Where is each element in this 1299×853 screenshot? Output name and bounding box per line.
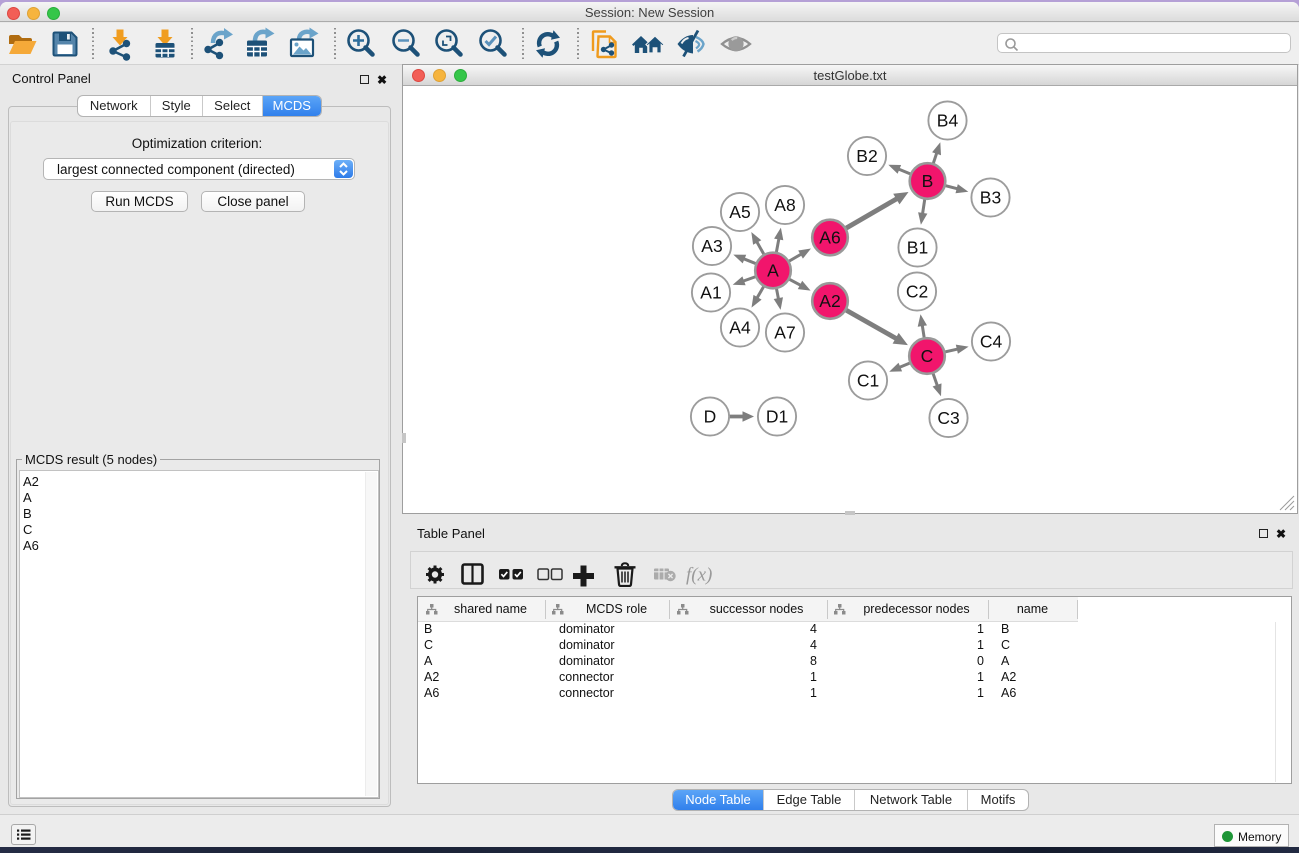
- svg-text:A7: A7: [774, 323, 795, 343]
- svg-text:f(x): f(x): [686, 565, 712, 586]
- svg-text:A8: A8: [774, 195, 795, 215]
- svg-text:C1: C1: [857, 371, 879, 391]
- svg-text:B: B: [922, 171, 934, 191]
- svg-text:D1: D1: [766, 407, 788, 427]
- svg-text:A3: A3: [701, 236, 722, 256]
- svg-text:B3: B3: [980, 188, 1001, 208]
- svg-text:A1: A1: [700, 283, 721, 303]
- svg-text:C: C: [921, 346, 934, 366]
- svg-text:C4: C4: [980, 332, 1003, 352]
- svg-text:A6: A6: [819, 228, 840, 248]
- svg-text:C3: C3: [937, 408, 959, 428]
- svg-text:B4: B4: [937, 111, 959, 131]
- svg-text:D: D: [704, 407, 717, 427]
- svg-text:A5: A5: [729, 202, 750, 222]
- svg-text:A: A: [767, 261, 779, 281]
- svg-text:A4: A4: [729, 318, 751, 338]
- svg-text:B2: B2: [856, 146, 877, 166]
- svg-text:B1: B1: [907, 238, 928, 258]
- svg-text:C2: C2: [906, 282, 928, 302]
- svg-text:A2: A2: [819, 291, 840, 311]
